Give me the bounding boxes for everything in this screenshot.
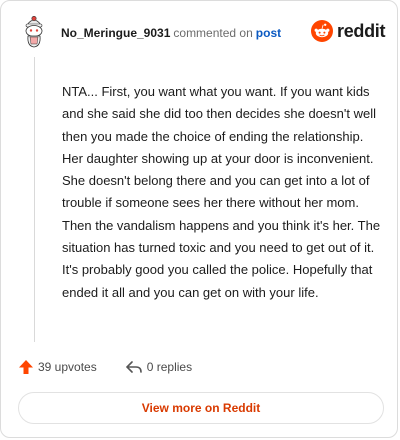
username-link[interactable]: No_Meringue_9031: [61, 26, 170, 40]
reddit-logo[interactable]: reddit: [311, 20, 386, 42]
comment-actions: 39 upvotes 0 replies: [18, 359, 192, 375]
thread-line: [34, 57, 35, 342]
reply-count: 0 replies: [146, 360, 193, 374]
upvote-arrow-icon[interactable]: [18, 359, 34, 375]
view-more-button[interactable]: View more on Reddit: [18, 392, 384, 424]
commented-on-text: commented on: [173, 26, 253, 40]
comment-body: NTA... First, you want what you want. If…: [62, 84, 381, 300]
comment-card: No_Meringue_9031 commented on post reddit …: [0, 0, 398, 438]
comment-header: No_Meringue_9031 commented on post: [61, 26, 281, 40]
post-link[interactable]: post: [256, 26, 281, 40]
reddit-snoo-icon: [311, 20, 333, 42]
reddit-wordmark: reddit: [337, 20, 386, 41]
upvote-count: 39 upvotes: [38, 360, 97, 374]
reply-arrow-icon[interactable]: [125, 359, 143, 375]
user-avatar-icon[interactable]: [19, 15, 49, 49]
